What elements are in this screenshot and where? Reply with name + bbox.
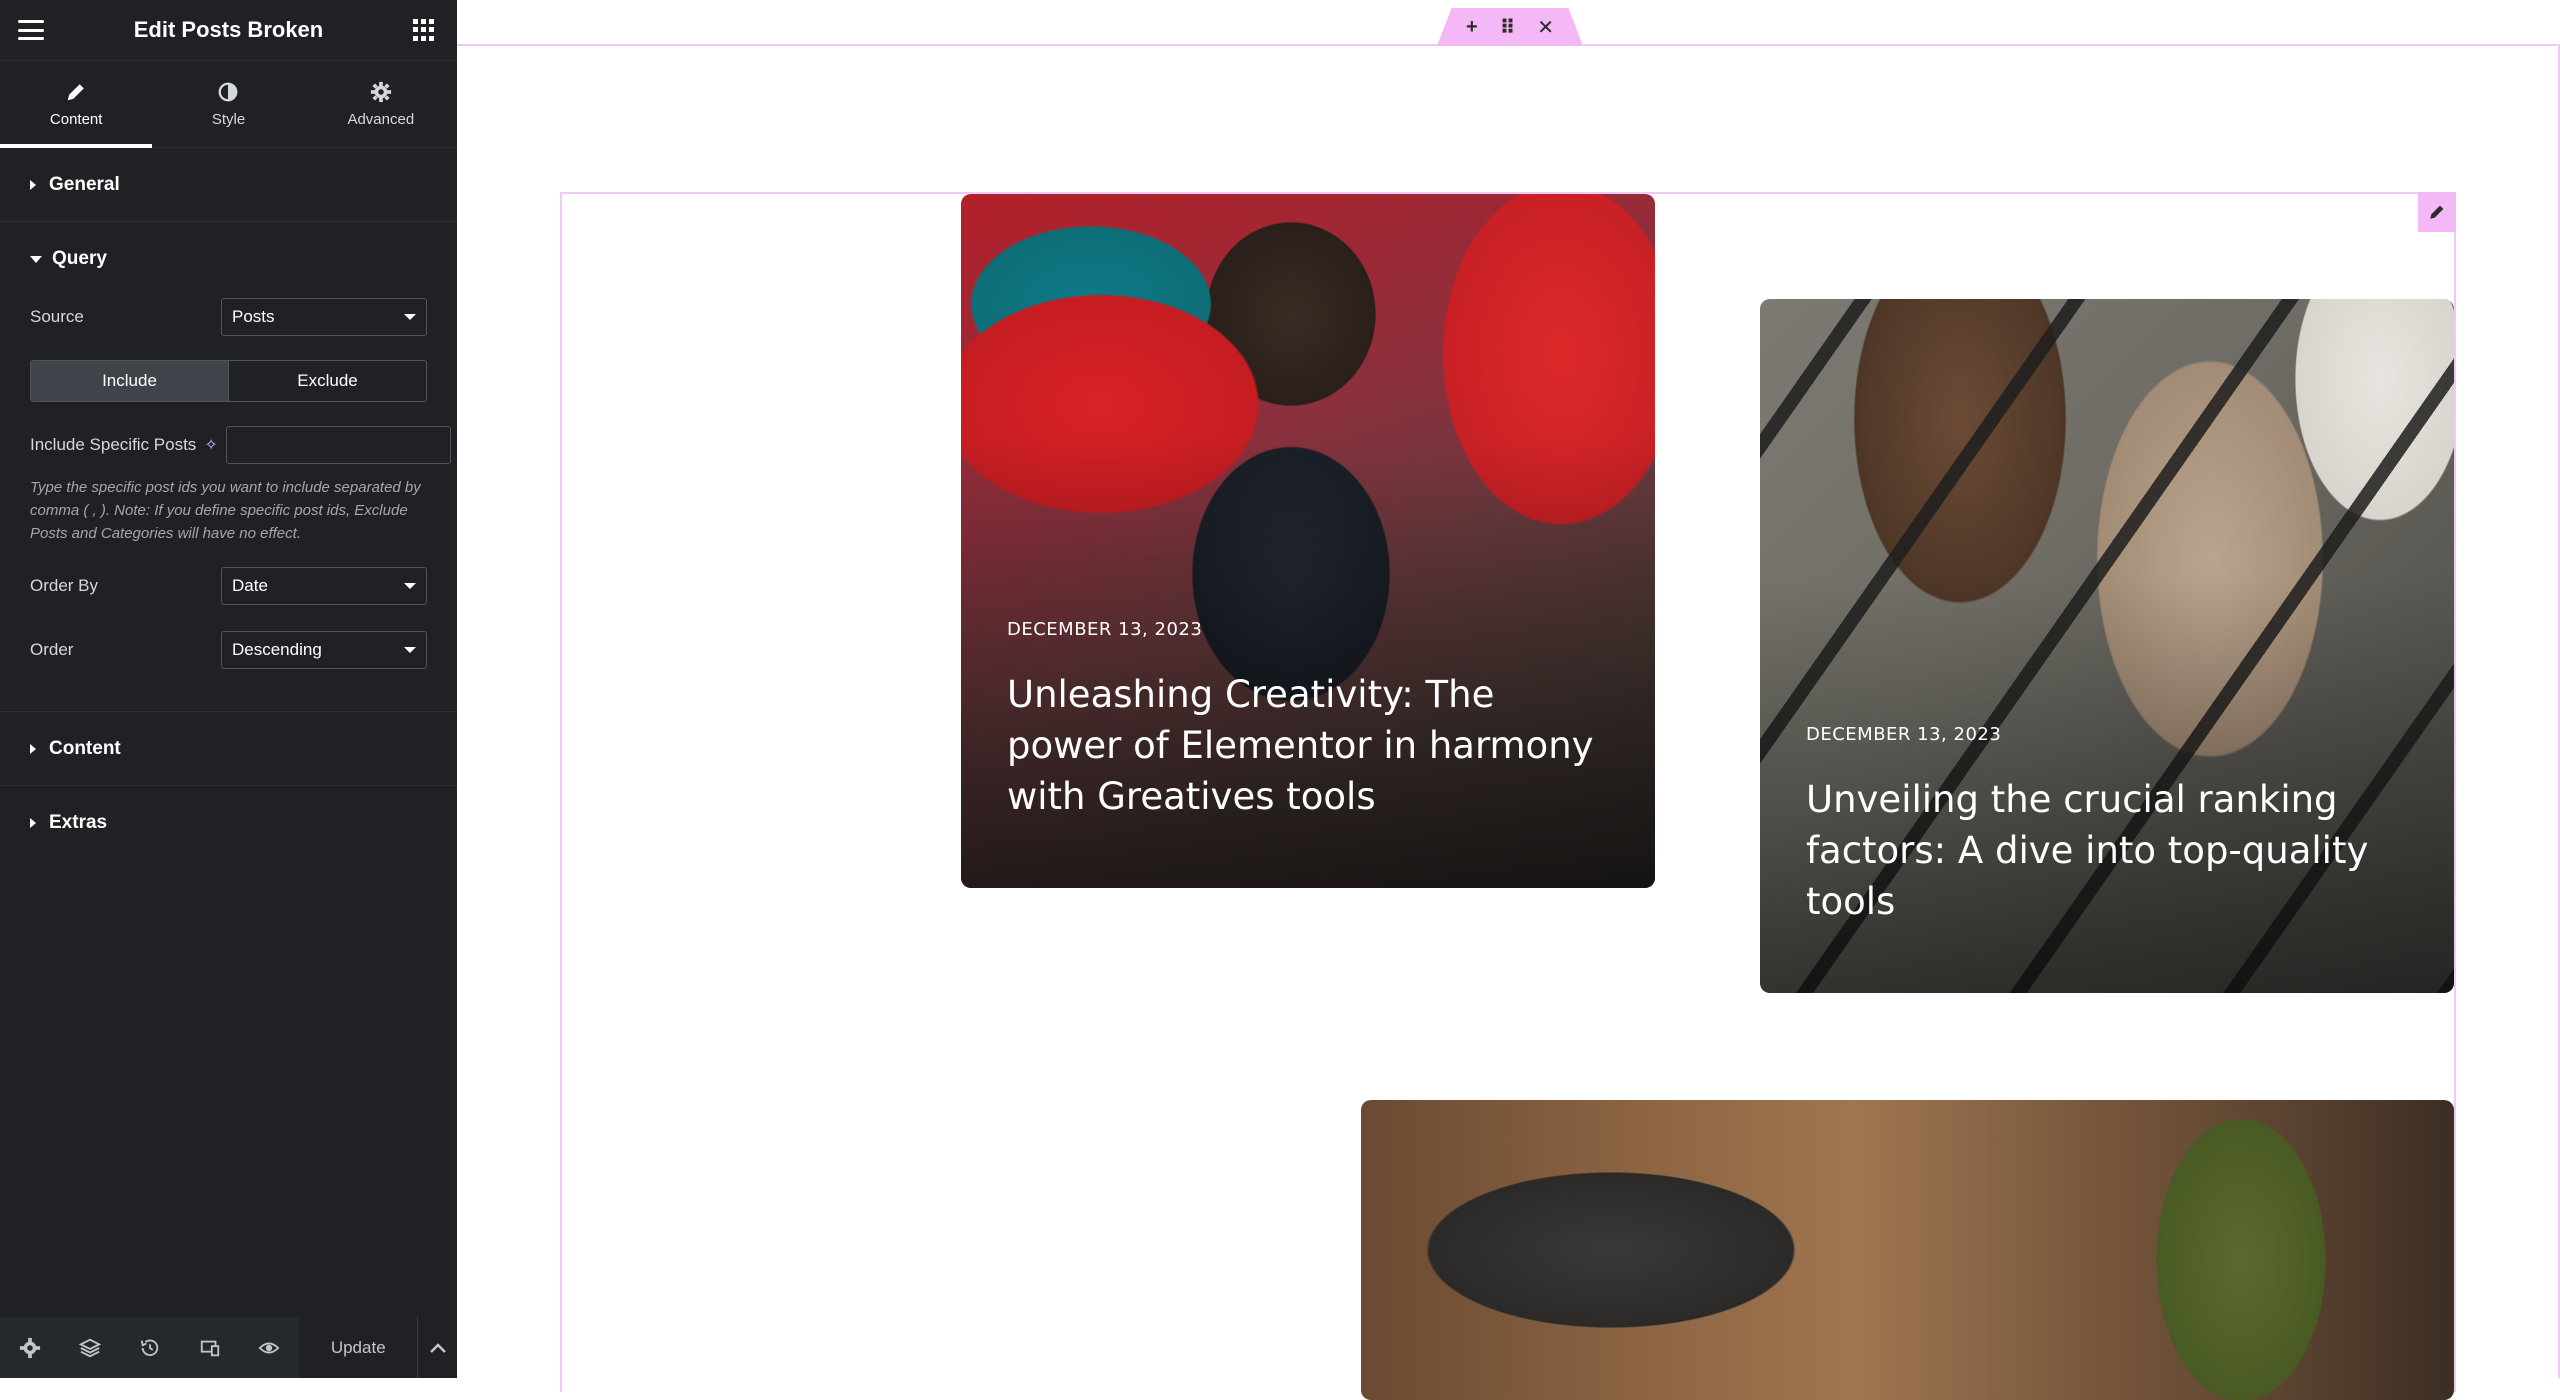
panel-footer: Update [0, 1317, 458, 1378]
navigator-button[interactable] [60, 1317, 120, 1378]
section-general-label: General [49, 173, 120, 195]
half-circle-icon [219, 82, 238, 101]
tab-style[interactable]: Style [152, 61, 304, 147]
post-card[interactable]: DECEMBER 13, 2023 Unveiling the crucial … [1760, 299, 2454, 993]
order-select[interactable]: Descending [221, 631, 427, 669]
settings-button[interactable] [0, 1317, 60, 1378]
gear-icon [19, 1337, 41, 1358]
publish-options-button[interactable] [417, 1317, 458, 1378]
editor-panel: Edit Posts Broken Content Style Advanced… [0, 0, 458, 1378]
section-general[interactable]: General [0, 148, 457, 222]
include-posts-input[interactable] [225, 426, 451, 464]
add-section-icon[interactable]: + [1466, 16, 1478, 39]
caret-down-icon [30, 255, 42, 263]
source-label: Source [30, 307, 84, 326]
tab-content-label: Content [49, 110, 103, 128]
gear-icon [370, 81, 391, 102]
tab-content[interactable]: Content [0, 61, 153, 148]
delete-section-icon[interactable]: ✕ [1537, 15, 1554, 40]
section-handle: + ⠿ ✕ [1437, 8, 1583, 46]
edit-widget-button[interactable] [2418, 192, 2456, 232]
panel-header: Edit Posts Broken [0, 0, 457, 61]
order-value: Descending [232, 640, 322, 659]
exclude-tab[interactable]: Exclude [228, 361, 426, 401]
eye-icon [258, 1342, 280, 1353]
order-by-label: Order By [30, 576, 99, 595]
pencil-icon [2430, 205, 2444, 219]
section-content[interactable]: Content [0, 712, 457, 786]
layers-icon [78, 1338, 101, 1357]
devices-icon [200, 1340, 219, 1356]
source-select[interactable]: Posts [221, 298, 427, 336]
include-posts-label: Include Specific Posts [30, 435, 197, 454]
section-content-label: Content [49, 737, 121, 759]
query-controls: Source Posts Include Exclude Include Spe… [0, 296, 457, 712]
section-extras[interactable]: Extras [0, 786, 457, 860]
chevron-up-icon [429, 1342, 446, 1353]
caret-right-icon [30, 743, 36, 754]
section-query[interactable]: Query [0, 222, 457, 296]
panel-tabs: Content Style Advanced [0, 61, 457, 148]
update-button[interactable]: Update [299, 1317, 418, 1378]
section-query-label: Query [52, 248, 107, 269]
caret-right-icon [30, 818, 36, 828]
source-value: Posts [232, 307, 275, 326]
post-date: DECEMBER 13, 2023 [1007, 619, 1203, 640]
responsive-mode-button[interactable] [180, 1317, 240, 1378]
source-row: Source Posts [30, 296, 427, 338]
section-extras-label: Extras [49, 812, 108, 833]
history-button[interactable] [120, 1317, 180, 1378]
include-posts-description: Type the specific post ids you want to i… [30, 479, 421, 542]
order-by-row: Order By Date [30, 565, 427, 607]
tab-advanced-label: Advanced [347, 110, 415, 128]
order-label: Order [30, 640, 74, 659]
include-tab[interactable]: Include [31, 361, 228, 401]
include-posts-row: Include Specific Posts ✧ [30, 424, 451, 466]
preview-button[interactable] [240, 1317, 300, 1378]
post-card[interactable]: DECEMBER 13, 2023 Unleashing Creativity:… [961, 194, 1655, 888]
post-date: DECEMBER 13, 2023 [1806, 724, 2002, 745]
include-exclude-toggle: Include Exclude [30, 360, 427, 402]
order-by-value: Date [232, 576, 268, 595]
dropdown-arrow-icon [404, 647, 416, 653]
drag-section-icon[interactable]: ⠿ [1500, 15, 1516, 40]
pencil-icon [67, 83, 84, 100]
menu-icon[interactable] [18, 20, 44, 40]
post-card-image[interactable] [1361, 1100, 2454, 1400]
post-title[interactable]: Unveiling the crucial ranking factors: A… [1806, 774, 2406, 927]
caret-right-icon [30, 179, 36, 190]
dropdown-arrow-icon [404, 314, 416, 320]
order-row: Order Descending [30, 629, 427, 671]
ai-sparkle-icon[interactable]: ✧ [204, 435, 217, 455]
dropdown-arrow-icon [404, 583, 416, 589]
order-by-select[interactable]: Date [221, 567, 427, 605]
post-title[interactable]: Unleashing Creativity: The power of Elem… [1007, 669, 1607, 822]
panel-title: Edit Posts Broken [133, 17, 324, 42]
history-icon [140, 1339, 158, 1356]
tab-style-label: Style [211, 110, 246, 128]
widgets-grid-icon[interactable] [412, 19, 435, 41]
tab-advanced[interactable]: Advanced [305, 61, 457, 147]
